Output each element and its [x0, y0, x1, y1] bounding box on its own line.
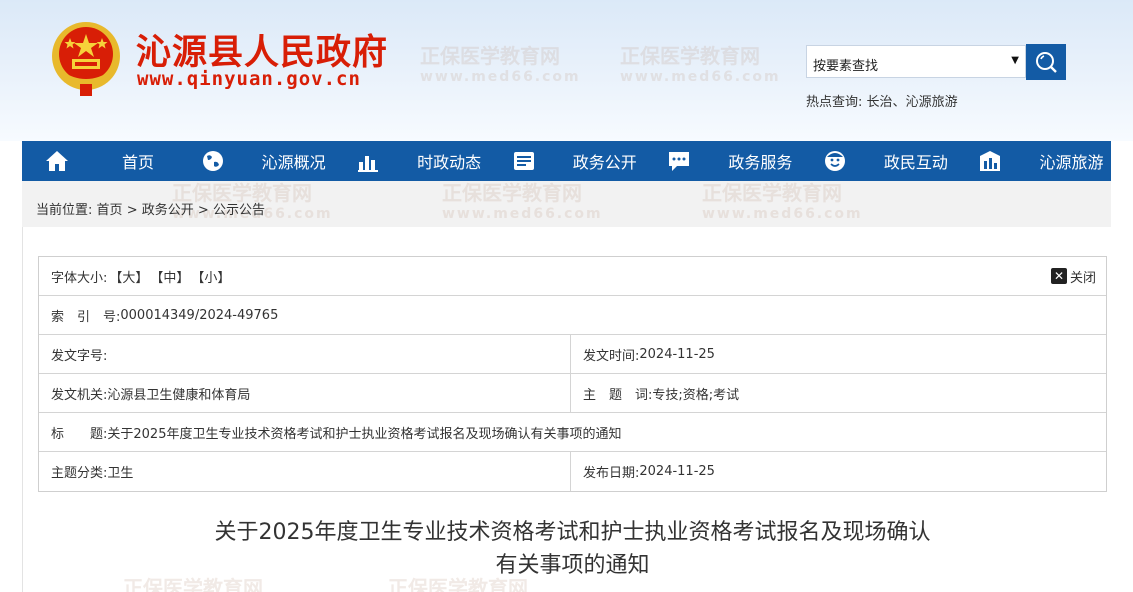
breadcrumb-sep: >: [126, 203, 138, 218]
nav-label: 首页: [122, 153, 155, 172]
font-size-row: 字体大小: 【大】 【中】 【小】 ✕ 关闭: [39, 257, 1106, 296]
issuer-label: 发文机关:: [51, 387, 108, 403]
close-icon: ✕: [1050, 268, 1067, 284]
hot-link[interactable]: 长治: [867, 95, 893, 110]
index-value: 000014349/2024-49765: [120, 307, 279, 323]
info-row-category: 主题分类: 卫生 发布日期: 2024-11-25: [39, 452, 1106, 491]
nav-item-service[interactable]: 政务服务: [644, 141, 800, 181]
chat-icon: [664, 149, 694, 173]
breadcrumb: 当前位置: 首页 > 政务公开 > 公示公告: [36, 199, 265, 218]
hot-sep: 、: [892, 95, 906, 110]
breadcrumb-item-public[interactable]: 政务公开: [142, 203, 194, 218]
nav-label: 时政动态: [417, 153, 482, 172]
globe-icon: [198, 149, 228, 173]
site-header: 正保医学教育网 www.med66.com 正保医学教育网 www.med66.co…: [0, 0, 1133, 141]
category-label: 主题分类:: [51, 466, 108, 481]
nav-item-overview[interactable]: 沁源概况: [178, 141, 334, 181]
category-value: 卫生: [107, 466, 134, 481]
title-label: 标 题:: [51, 426, 108, 442]
close-label: 关闭: [1069, 270, 1096, 286]
info-row-docno: 发文字号: 发文时间: 2024-11-25: [39, 335, 1106, 374]
font-size-label: 字体大小:: [51, 270, 108, 286]
issue-time-value: 2024-11-25: [639, 346, 715, 362]
watermark: 正保医学教育网www.med66.com: [702, 181, 863, 222]
watermark: 正保医学教育网www.med66.com: [620, 44, 781, 85]
font-size-large[interactable]: 【大】: [109, 267, 148, 286]
building-icon: [975, 149, 1005, 173]
document-info-table: 字体大小: 【大】 【中】 【小】 ✕ 关闭 索 引 号: 000014349/2…: [38, 256, 1107, 492]
hot-link[interactable]: 沁源旅游: [906, 95, 958, 110]
document-title-line2: 有关事项的通知: [495, 553, 650, 578]
keywords-label: 主 题 词:: [583, 387, 653, 403]
nav-item-public[interactable]: 政务公开: [489, 141, 645, 181]
info-row-index: 索 引 号: 000014349/2024-49765: [39, 296, 1106, 335]
site-url[interactable]: www.qinyuan.gov.cn: [137, 68, 361, 90]
publish-value: 2024-11-25: [639, 464, 715, 479]
font-size-small[interactable]: 【小】: [191, 267, 230, 286]
nav-item-tourism[interactable]: 沁源旅游: [955, 141, 1111, 181]
chevron-down-icon: ▼: [1011, 55, 1019, 66]
keywords-value: 专技;资格;考试: [652, 387, 740, 403]
document-icon: [509, 149, 539, 173]
watermark: 正保医学教育网www.med66.com: [442, 181, 603, 222]
breadcrumb-prefix: 当前位置:: [36, 203, 93, 218]
hot-search-label: 热点查询:: [806, 95, 863, 110]
font-size-medium[interactable]: 【中】: [150, 267, 189, 286]
document-title: 关于2025年度卫生专业技术资格考试和护士执业资格考试报名及现场确认 有关事项的…: [38, 516, 1107, 582]
breadcrumb-sep: >: [197, 203, 209, 218]
issue-time-label: 发文时间:: [583, 348, 640, 364]
issuer-value: 沁源县卫生健康和体育局: [107, 387, 251, 403]
nav-label: 沁源概况: [261, 153, 326, 172]
search-button[interactable]: [1026, 44, 1066, 80]
title-value: 关于2025年度卫生专业技术资格考试和护士执业资格考试报名及现场确认有关事项的通…: [107, 426, 622, 442]
nav-label: 政务公开: [572, 153, 637, 172]
nav-label: 政务服务: [728, 153, 793, 172]
national-emblem-icon: [52, 22, 120, 96]
info-row-title: 标 题: 关于2025年度卫生专业技术资格考试和护士执业资格考试报名及现场确认有关…: [39, 413, 1106, 452]
main-nav: 首页 沁源概况 时政动态 政务公开 政务服务 政民互动 沁源旅游: [22, 141, 1111, 181]
breadcrumb-item-notice[interactable]: 公示公告: [213, 203, 265, 218]
nav-item-home[interactable]: 首页: [22, 141, 178, 181]
publish-label: 发布日期:: [583, 466, 640, 481]
home-icon: [42, 149, 72, 173]
search-icon: [1036, 52, 1057, 73]
document-title-line1: 关于2025年度卫生专业技术资格考试和护士执业资格考试报名及现场确认: [214, 520, 931, 545]
font-size-control: 字体大小: 【大】 【中】 【小】: [39, 257, 230, 295]
nav-label: 政民互动: [883, 153, 948, 172]
nav-label: 沁源旅游: [1039, 153, 1104, 172]
search-select-value: 按要素查找: [813, 59, 879, 74]
nav-item-interact[interactable]: 政民互动: [800, 141, 956, 181]
search-select[interactable]: 按要素查找 ▼: [806, 45, 1026, 78]
user-icon: [820, 149, 850, 173]
close-button[interactable]: ✕ 关闭: [1050, 267, 1096, 286]
watermark: 正保医学教育网www.med66.com: [420, 44, 581, 85]
index-label: 索 引 号:: [51, 309, 121, 325]
chart-icon: [353, 149, 383, 173]
doc-no-label: 发文字号:: [51, 348, 108, 364]
info-row-issuer: 发文机关: 沁源县卫生健康和体育局 主 题 词: 专技;资格;考试: [39, 374, 1106, 413]
hot-search: 热点查询: 长治、沁源旅游: [806, 91, 958, 110]
breadcrumb-item-home[interactable]: 首页: [97, 203, 123, 218]
nav-item-news[interactable]: 时政动态: [333, 141, 489, 181]
